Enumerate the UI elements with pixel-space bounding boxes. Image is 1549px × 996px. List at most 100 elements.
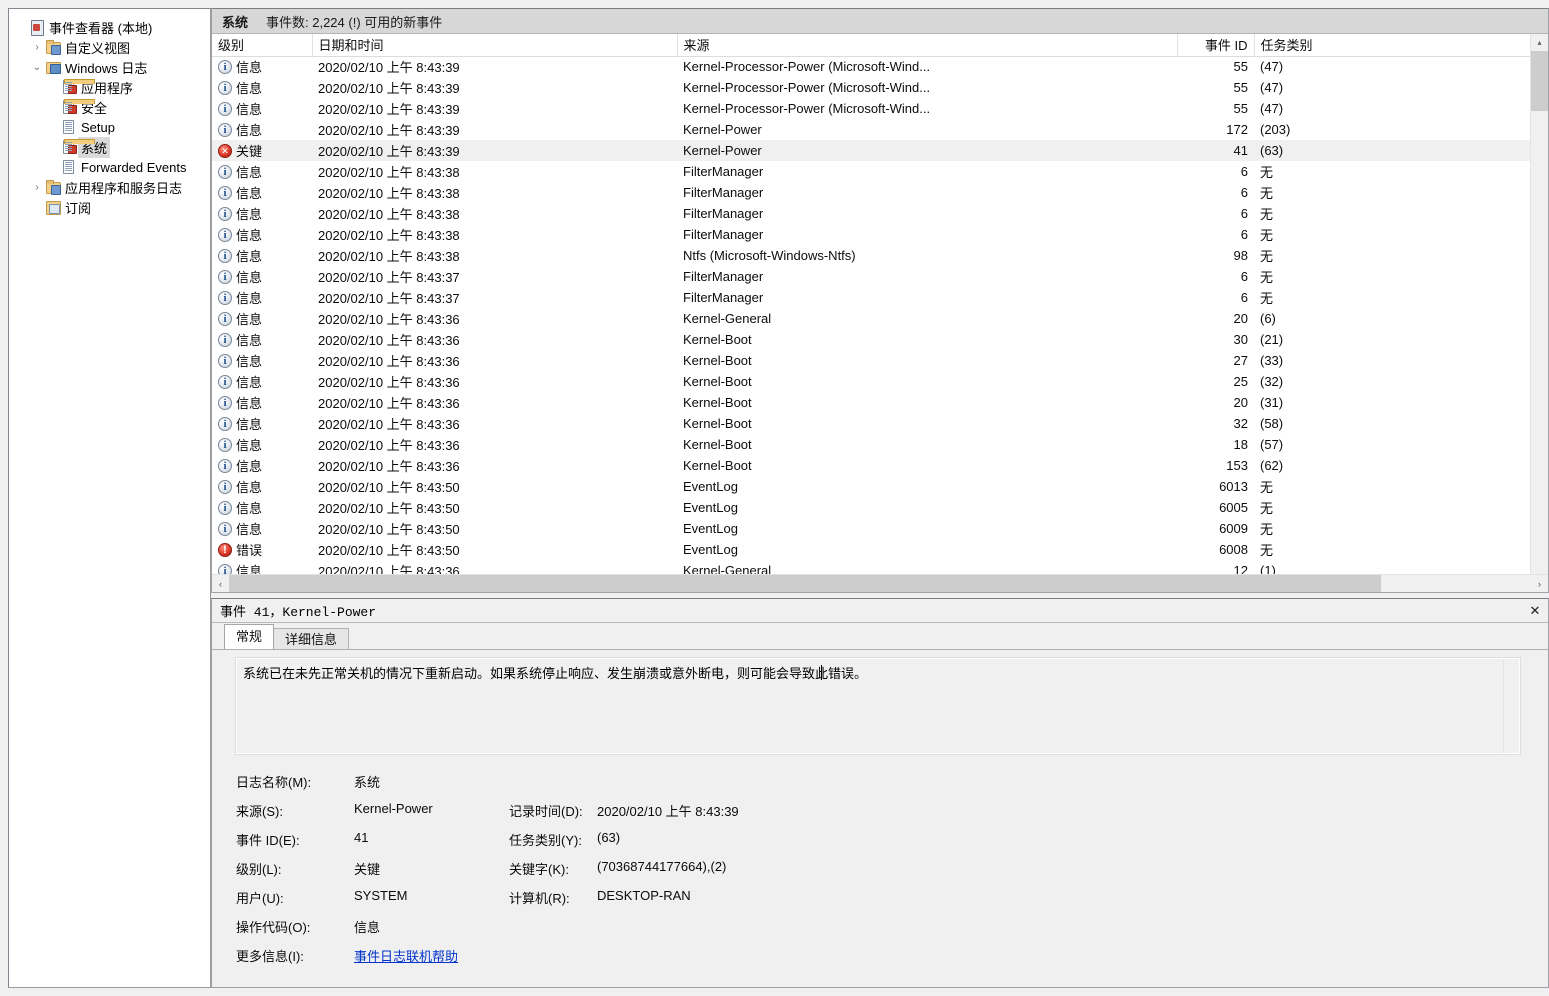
- level-label: 信息: [236, 333, 263, 348]
- empty-cell-3: [509, 917, 597, 946]
- cell-event-id: 30: [1233, 332, 1248, 347]
- level-cell-content: 信息: [218, 330, 306, 349]
- information-icon: [218, 395, 232, 411]
- column-header-task-category[interactable]: 任务类别: [1254, 34, 1530, 57]
- table-row[interactable]: 信息 2020/02/10 上午 8:43:38 FilterManager 6无: [212, 203, 1530, 224]
- level-label: 信息: [236, 60, 263, 76]
- table-row[interactable]: 信息 2020/02/10 上午 8:43:38 FilterManager 6无: [212, 224, 1530, 245]
- log-tab-icon: [64, 139, 95, 144]
- table-row[interactable]: 信息 2020/02/10 上午 8:43:37 FilterManager 6无: [212, 266, 1530, 287]
- cell-level: 信息: [212, 308, 312, 329]
- table-row[interactable]: 信息 2020/02/10 上午 8:43:50 EventLog 6005 无: [212, 497, 1530, 518]
- information-icon: [218, 374, 232, 390]
- cell-task-category: 无: [1260, 501, 1274, 516]
- table-row[interactable]: 信息 2020/02/10 上午 8:43:38 Ntfs (Microsoft-W…: [212, 245, 1530, 266]
- cell-datetime: 2020/02/10 上午 8:43:38: [318, 186, 460, 201]
- tree-item-0[interactable]: ›事件查看器 (本地): [9, 17, 210, 37]
- cell-event-id: 6: [1240, 185, 1248, 200]
- tab-general[interactable]: 常规: [224, 624, 275, 649]
- cell-task-category: (58): [1260, 416, 1284, 431]
- cell-event-id: 6009: [1219, 521, 1248, 536]
- table-row[interactable]: 信息 2020/02/10 上午 8:43:50 EventLog 6009 无: [212, 518, 1530, 539]
- table-row[interactable]: 信息 2020/02/10 上午 8:43:36 Kernel-Boot 25 (32): [212, 371, 1530, 392]
- tab-details[interactable]: 详细信息: [273, 628, 350, 651]
- cell-event-id: 6: [1240, 290, 1248, 305]
- close-icon[interactable]: ✕: [1524, 601, 1546, 621]
- tree-item-label: 自定义视图: [65, 40, 131, 56]
- table-row[interactable]: 信息 2020/02/10 上午 8:43:36 Kernel-Boot 18 (57): [212, 434, 1530, 455]
- scroll-up-arrow-icon[interactable]: ▴: [1531, 34, 1548, 51]
- tree-item-7[interactable]: ›Forwarded Events: [9, 157, 210, 177]
- horizontal-scroll-thumb[interactable]: [229, 575, 1382, 592]
- table-row[interactable]: 信息 2020/02/10 上午 8:43:36 Kernel-Boot 27 (33): [212, 350, 1530, 371]
- table-row[interactable]: 信息 2020/02/10 上午 8:43:39 Kernel-Processor-…: [212, 77, 1530, 98]
- tree-item-6[interactable]: ›系统: [9, 136, 210, 158]
- table-row[interactable]: 信息 2020/02/10 上午 8:43:36 Kernel-Boot 30 (21): [212, 329, 1530, 350]
- vertical-scroll-track[interactable]: [1531, 51, 1548, 574]
- cell-datetime: 2020/02/10 上午 8:43:36: [318, 375, 460, 390]
- table-row[interactable]: 信息 2020/02/10 上午 8:43:50 EventLog 6013 无: [212, 476, 1530, 497]
- cell-source: Kernel-Processor-Power (Microsoft-Wind..…: [683, 80, 931, 95]
- cell-event-id: 41: [1177, 140, 1254, 161]
- log-icon: [61, 99, 95, 115]
- scroll-right-arrow-icon[interactable]: ›: [1531, 575, 1548, 592]
- table-row[interactable]: 信息 2020/02/10 上午 8:43:36 Kernel-Boot 153 (62…: [212, 455, 1530, 476]
- table-row[interactable]: 信息 2020/02/10 上午 8:43:36 Kernel-Boot 32 (58): [212, 413, 1530, 434]
- cell-datetime: 2020/02/10 上午 8:43:36: [318, 333, 460, 348]
- horizontal-scroll-track[interactable]: [229, 575, 1531, 592]
- log-name-label: 系统: [222, 14, 249, 30]
- tree-item-1[interactable]: › 自定义视图: [9, 37, 210, 57]
- tree-item-2[interactable]: ⌄ Windows 日志: [9, 57, 210, 77]
- cell-event-id: 6013: [1219, 479, 1248, 494]
- column-header-event-id[interactable]: 事件 ID: [1177, 34, 1255, 57]
- tree-item-8[interactable]: › 应用程序和服务日志: [9, 177, 210, 197]
- tree-item-5[interactable]: ›Setup: [9, 117, 210, 137]
- cell-level: 信息: [212, 77, 312, 98]
- cell-task-category: 无: [1260, 522, 1274, 537]
- event-list-vertical-scrollbar[interactable]: ▴: [1530, 34, 1548, 574]
- event-description-box[interactable]: 系统已在未先正常关机的情况下重新启动。如果系统停止响应、发生崩溃或意外断电，则可…: [235, 657, 1521, 755]
- level-label: 信息: [236, 354, 263, 369]
- vertical-scroll-thumb[interactable]: [1531, 51, 1548, 111]
- cell-source: EventLog: [683, 479, 738, 494]
- column-header-level[interactable]: 级别: [212, 34, 313, 57]
- scroll-left-arrow-icon[interactable]: ‹: [212, 575, 229, 592]
- cell-task-category: (47): [1260, 101, 1284, 116]
- column-header-datetime[interactable]: 日期和时间: [312, 34, 678, 57]
- table-row[interactable]: 信息 2020/02/10 上午 8:43:39 Kernel-Processor-…: [212, 98, 1530, 119]
- cell-source: Ntfs (Microsoft-Windows-Ntfs): [683, 248, 856, 263]
- level-cell-content: 信息: [218, 225, 306, 244]
- table-row[interactable]: 信息 2020/02/10 上午 8:43:39 Kernel-Processor-…: [212, 56, 1530, 77]
- event-viewer-icon: [29, 19, 45, 36]
- event-log-online-help-link[interactable]: 事件日志联机帮助: [354, 949, 458, 964]
- table-row[interactable]: 错误 2020/02/10 上午 8:43:50 EventLog 6008 无: [212, 539, 1530, 560]
- column-header-source[interactable]: 来源: [677, 34, 1178, 57]
- cell-level: 信息: [212, 161, 312, 182]
- cell-source: Kernel-Boot: [683, 332, 752, 347]
- tree-item-3[interactable]: ›应用程序: [9, 77, 210, 97]
- chevron-down-icon[interactable]: ⌄: [29, 59, 45, 75]
- table-row[interactable]: 信息 2020/02/10 上午 8:43:36 Kernel-General 20 (…: [212, 308, 1530, 329]
- description-vertical-scrollbar[interactable]: [1503, 659, 1519, 753]
- cell-datetime: 2020/02/10 上午 8:43:36: [318, 417, 460, 432]
- cell-source: FilterManager: [683, 290, 764, 305]
- table-row[interactable]: 关键 2020/02/10 上午 8:43:39Kernel-Power41(63…: [212, 140, 1530, 161]
- table-row[interactable]: 信息 2020/02/10 上午 8:43:36 Kernel-Boot 20 (31): [212, 392, 1530, 413]
- log-badge-icon: [68, 105, 77, 114]
- tree-item-9[interactable]: ›订阅: [9, 197, 210, 217]
- chevron-right-icon[interactable]: ›: [29, 39, 45, 55]
- cell-level: 信息: [212, 392, 312, 413]
- chevron-right-icon[interactable]: ›: [29, 179, 45, 195]
- level-label: 错误: [236, 543, 263, 558]
- table-row[interactable]: 信息 2020/02/10 上午 8:43:39 Kernel-Power 172 (2…: [212, 119, 1530, 140]
- log-tab-icon: [64, 79, 95, 84]
- table-row[interactable]: 信息 2020/02/10 上午 8:43:36 Kernel-General 12 (…: [212, 560, 1530, 574]
- event-list-horizontal-scrollbar[interactable]: ‹ ›: [212, 574, 1548, 592]
- event-id-field-label: 事件 ID(E):: [236, 833, 300, 848]
- table-row[interactable]: 信息 2020/02/10 上午 8:43:37 FilterManager 6无: [212, 287, 1530, 308]
- table-row[interactable]: 信息 2020/02/10 上午 8:43:38 FilterManager 6无: [212, 161, 1530, 182]
- table-row[interactable]: 信息 2020/02/10 上午 8:43:38 FilterManager 6无: [212, 182, 1530, 203]
- cell-task-category: (62): [1260, 458, 1284, 473]
- information-icon: [218, 248, 232, 264]
- tree-item-4[interactable]: ›安全: [9, 97, 210, 117]
